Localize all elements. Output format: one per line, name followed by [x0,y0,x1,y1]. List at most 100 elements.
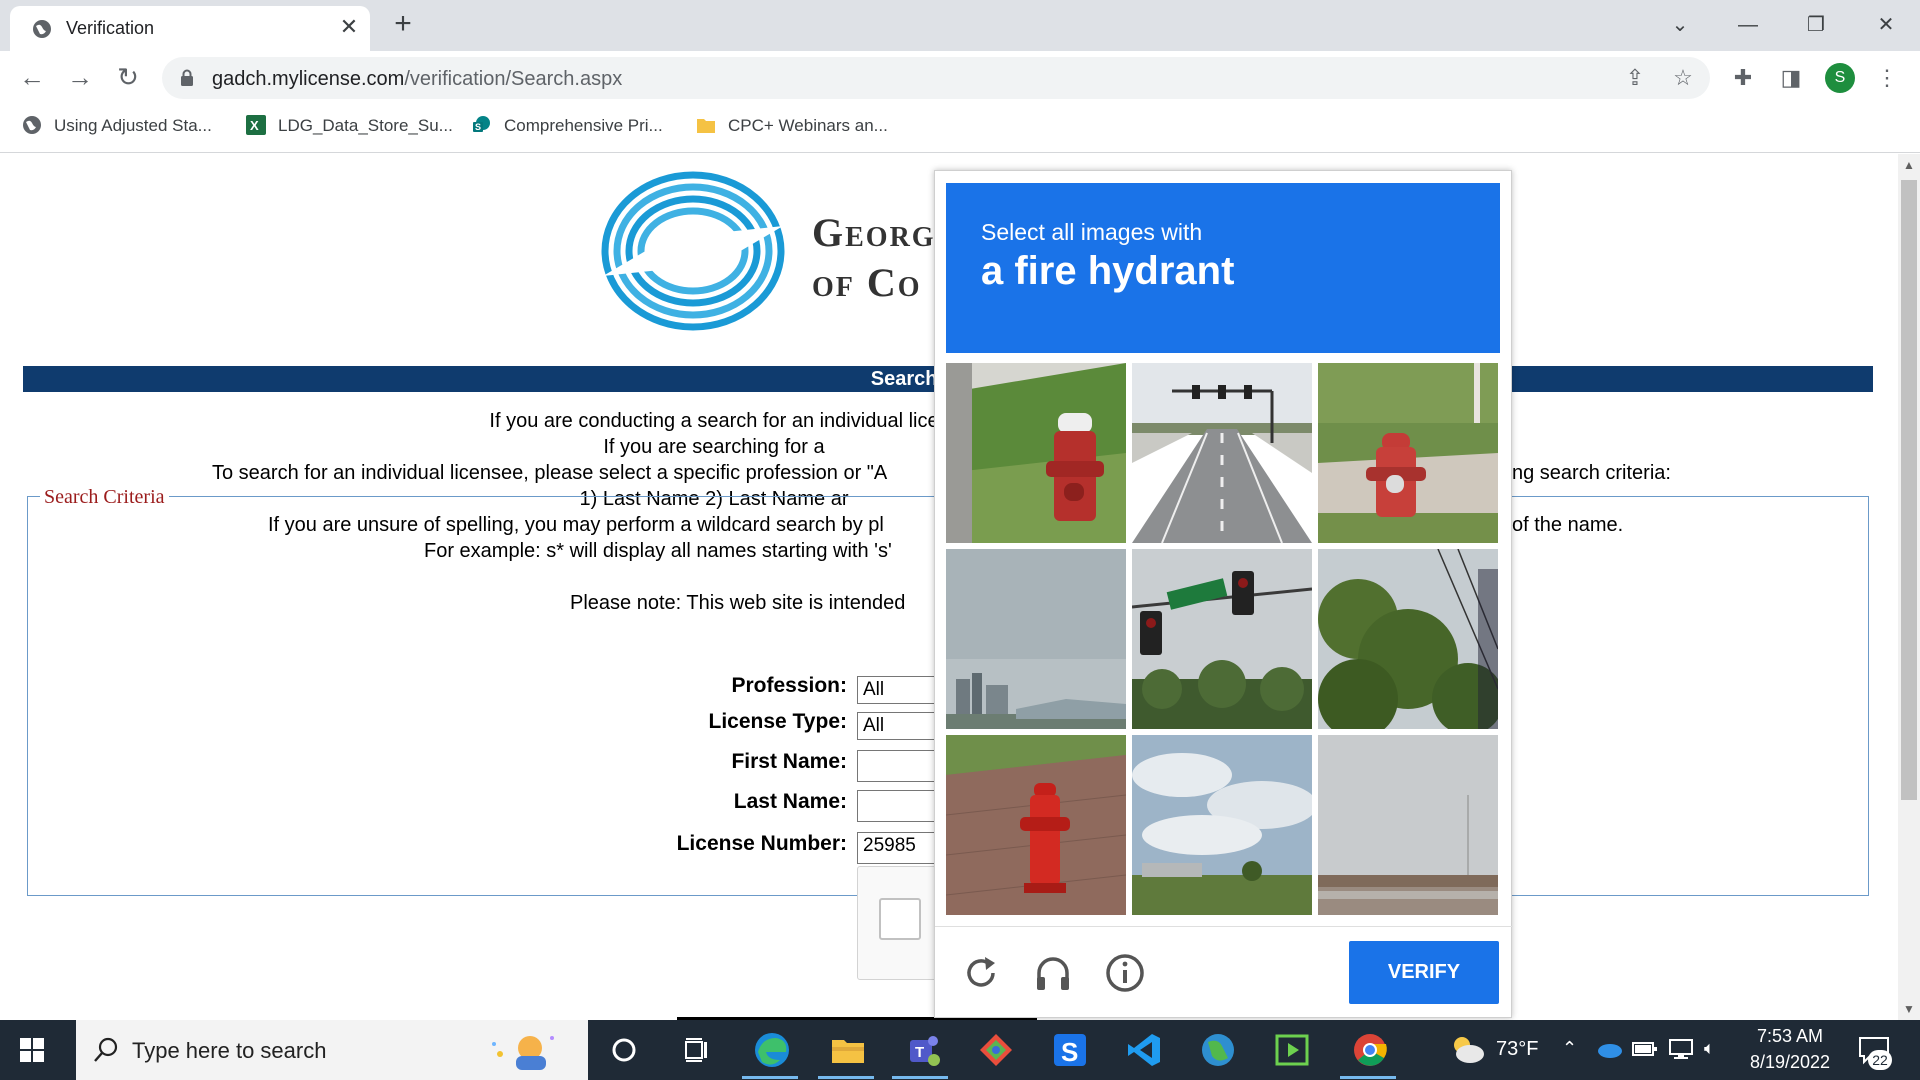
sharepoint-icon: S [473,116,490,132]
windows-taskbar: Type here to search T S 73°F ⌃ 🔈︎ 7:53 A… [0,1020,1920,1080]
notification-count-badge: 22 [1868,1050,1892,1070]
cortana-icon[interactable] [604,1030,644,1070]
clock-date[interactable]: 8/19/2022 [1740,1052,1840,1073]
media-player-icon[interactable] [1272,1030,1312,1070]
globe-icon [33,20,51,38]
road-image [1132,363,1312,543]
recaptcha-checkbox[interactable] [879,898,921,940]
vscode-icon[interactable] [1124,1030,1164,1070]
scroll-up-icon[interactable]: ▲ [1903,158,1915,172]
back-button[interactable]: ← [16,61,48,93]
captcha-tile-trees[interactable] [1318,549,1498,729]
headphones-icon[interactable] [1031,951,1075,995]
url-path: /verification/Search.aspx [404,68,623,90]
sky-field-image [1132,735,1312,915]
bookmark-item[interactable]: Using Adjusted Sta... [22,115,212,141]
first-name-input[interactable] [857,750,937,782]
search-criteria-legend: Search Criteria [40,486,169,509]
svg-text:T: T [915,1044,924,1061]
scroll-down-icon[interactable]: ▼ [1903,1002,1915,1016]
clock-time[interactable]: 7:53 AM [1740,1026,1840,1047]
browser-toolbar: ← → ↻ gadch.mylicense.com/verification/S… [0,51,1920,103]
file-explorer-icon[interactable] [828,1030,868,1070]
volume-icon[interactable]: 🔈︎ [1704,1038,1715,1059]
git-tool-icon[interactable] [976,1030,1016,1070]
org-name-line1: Georg [812,210,936,255]
browser-tab[interactable]: Verification ✕ [10,6,370,51]
info-line: ng search criteria: [1512,462,1671,484]
address-bar[interactable]: gadch.mylicense.com/verification/Search.… [162,57,1710,99]
profession-select[interactable]: All [857,676,937,704]
trees-image [1318,549,1498,729]
captcha-tile-traffic-lights[interactable] [1132,549,1312,729]
bookmark-star-icon[interactable]: ☆ [1670,65,1696,91]
search-highlight-icon [492,1036,554,1070]
windows-start-icon[interactable] [20,1038,44,1062]
profile-avatar[interactable]: S [1825,63,1855,93]
globe-icon [23,116,41,134]
verify-button[interactable]: VERIFY [1349,941,1499,1004]
bookmark-item[interactable]: CPC+ Webinars an... [696,115,888,141]
page-scrollbar[interactable]: ▲ ▼ [1898,154,1920,1020]
license-number-label: License Number: [676,832,847,855]
s-app-icon[interactable]: S [1050,1030,1090,1070]
explorer-running-indicator [818,1076,874,1079]
share-icon[interactable]: ⇪ [1622,65,1648,91]
captcha-tile-fire-hydrant[interactable] [946,363,1126,543]
captcha-tile-fire-hydrant[interactable] [946,735,1126,915]
captcha-prompt-header: Select all images with a fire hydrant [946,183,1500,353]
menu-kebab-icon[interactable]: ⋮ [1874,65,1900,91]
onedrive-cloud-icon[interactable] [1596,1040,1622,1058]
chrome-icon[interactable] [1350,1030,1390,1070]
info-line: If you are searching for a [603,436,825,458]
building-image [1318,735,1498,915]
notification-center-button[interactable]: 22 [1856,1034,1892,1070]
extensions-icon[interactable]: ✚ [1730,65,1756,91]
weather-temperature[interactable]: 73°F [1496,1038,1538,1061]
traffic-lights-image [1132,549,1312,729]
tab-search-icon[interactable]: ⌄ [1660,8,1700,42]
svg-text:X: X [250,118,259,133]
url-text: gadch.mylicense.com/verification/Search.… [212,68,622,91]
url-host: gadch.mylicense.com [212,68,405,90]
side-panel-icon[interactable]: ◨ [1778,65,1804,91]
license-type-select[interactable]: All [857,712,937,740]
teams-running-indicator [892,1076,948,1079]
bookmark-item[interactable]: S Comprehensive Pri... [472,115,663,141]
profession-label: Profession: [731,674,847,697]
taskbar-search-box[interactable]: Type here to search [76,1020,588,1080]
captcha-prompt-line1: Select all images with [981,219,1203,245]
close-tab-icon[interactable]: ✕ [336,14,362,40]
captcha-tile-fire-hydrant[interactable] [1318,363,1498,543]
reload-button[interactable]: ↻ [112,61,144,93]
scrollbar-thumb[interactable] [1901,180,1917,800]
captcha-tile-building[interactable] [1318,735,1498,915]
network-icon[interactable] [1668,1038,1694,1060]
chevron-up-icon[interactable]: ⌃ [1562,1038,1577,1059]
last-name-label: Last Name: [733,790,847,813]
forward-button[interactable]: → [64,61,96,93]
license-number-input[interactable]: 25985 [857,832,937,864]
excel-icon: X [246,115,266,135]
minimize-button[interactable]: — [1728,8,1768,42]
teams-icon[interactable]: T [902,1030,942,1070]
last-name-input[interactable] [857,790,937,822]
restore-button[interactable]: ❐ [1796,8,1836,42]
folder-icon [697,119,715,133]
captcha-tile-city-skyline[interactable] [946,549,1126,729]
fire-hydrant-image [1318,363,1498,543]
captcha-tile-sky-field[interactable] [1132,735,1312,915]
bookmark-item[interactable]: X LDG_Data_Store_Su... [246,115,453,141]
reload-icon[interactable] [959,951,1003,995]
globe-app-icon[interactable] [1198,1030,1238,1070]
bookmarks-bar: Using Adjusted Sta... X LDG_Data_Store_Su… [0,103,1920,153]
captcha-tile-road[interactable] [1132,363,1312,543]
new-tab-button[interactable]: + [386,8,420,42]
info-icon[interactable] [1103,951,1147,995]
edge-icon[interactable] [752,1030,792,1070]
battery-icon[interactable] [1632,1040,1658,1058]
weather-cloud-icon[interactable] [1448,1032,1486,1066]
captcha-challenge-popup: Select all images with a fire hydrant VE… [934,170,1513,1018]
close-window-button[interactable]: ✕ [1866,8,1906,42]
task-view-icon[interactable] [676,1030,716,1070]
